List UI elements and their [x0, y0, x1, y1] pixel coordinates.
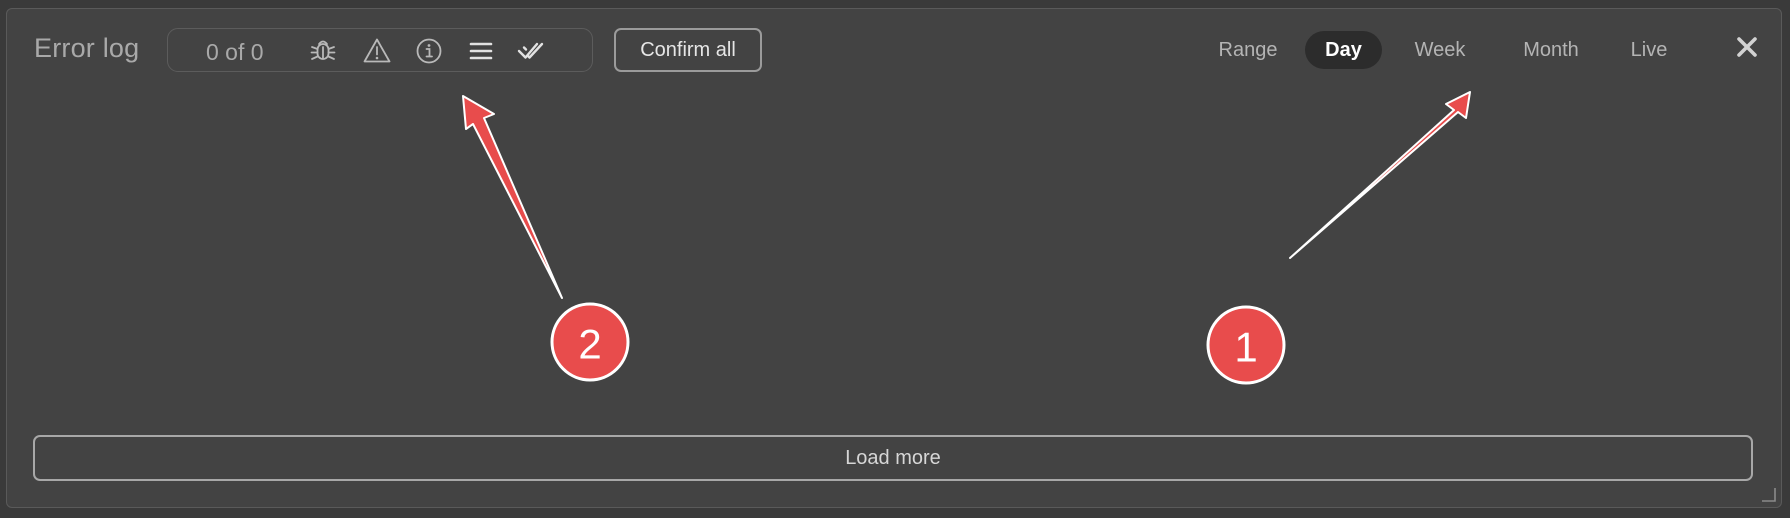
tab-week[interactable]: Week [1400, 31, 1480, 69]
log-filter-group: 0 of 0 [167, 28, 593, 72]
resize-grip-icon[interactable] [1759, 485, 1777, 503]
confirm-all-button[interactable]: Confirm all [614, 28, 762, 72]
error-log-panel: Error log 0 of 0 Confirm all Range Day W… [6, 8, 1782, 508]
tab-live[interactable]: Live [1615, 31, 1683, 69]
panel-title: Error log [34, 33, 140, 63]
double-check-icon[interactable] [516, 36, 546, 66]
tab-day[interactable]: Day [1305, 31, 1382, 69]
list-icon[interactable] [466, 36, 496, 66]
info-icon[interactable] [414, 36, 444, 66]
log-count: 0 of 0 [206, 39, 264, 65]
load-more-button[interactable]: Load more [33, 435, 1753, 481]
close-icon[interactable] [1729, 29, 1765, 65]
warning-icon[interactable] [362, 36, 392, 66]
bug-icon[interactable] [308, 36, 338, 66]
tab-month[interactable]: Month [1503, 31, 1599, 69]
tab-range[interactable]: Range [1203, 31, 1293, 69]
